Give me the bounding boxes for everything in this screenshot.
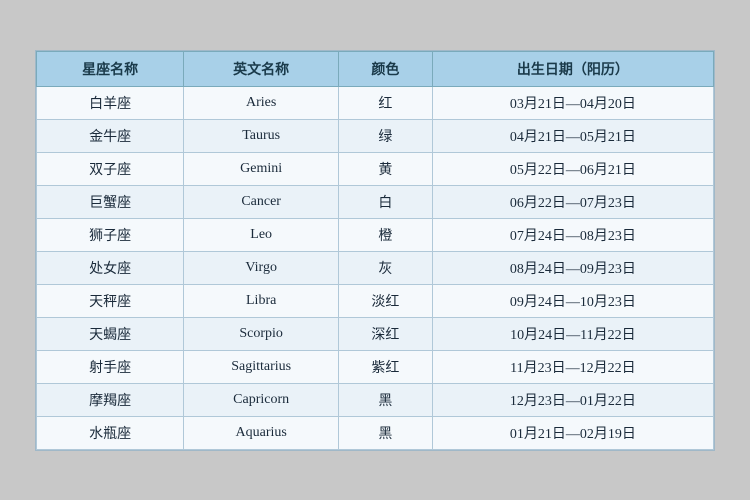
cell-chinese-name: 射手座 <box>37 350 184 383</box>
cell-color: 黄 <box>339 152 433 185</box>
cell-chinese-name: 水瓶座 <box>37 416 184 449</box>
cell-chinese-name: 狮子座 <box>37 218 184 251</box>
cell-dates: 03月21日—04月20日 <box>432 86 713 119</box>
cell-color: 黑 <box>339 416 433 449</box>
cell-chinese-name: 天蝎座 <box>37 317 184 350</box>
cell-chinese-name: 金牛座 <box>37 119 184 152</box>
cell-chinese-name: 白羊座 <box>37 86 184 119</box>
cell-chinese-name: 巨蟹座 <box>37 185 184 218</box>
cell-color: 橙 <box>339 218 433 251</box>
cell-dates: 07月24日—08月23日 <box>432 218 713 251</box>
cell-color: 黑 <box>339 383 433 416</box>
cell-dates: 04月21日—05月21日 <box>432 119 713 152</box>
cell-color: 淡红 <box>339 284 433 317</box>
table-row: 水瓶座Aquarius黑01月21日—02月19日 <box>37 416 714 449</box>
header-color: 颜色 <box>339 51 433 86</box>
table-row: 处女座Virgo灰08月24日—09月23日 <box>37 251 714 284</box>
cell-english-name: Scorpio <box>184 317 339 350</box>
cell-english-name: Gemini <box>184 152 339 185</box>
cell-dates: 11月23日—12月22日 <box>432 350 713 383</box>
cell-color: 深红 <box>339 317 433 350</box>
cell-dates: 06月22日—07月23日 <box>432 185 713 218</box>
cell-english-name: Leo <box>184 218 339 251</box>
cell-dates: 05月22日—06月21日 <box>432 152 713 185</box>
table-header-row: 星座名称 英文名称 颜色 出生日期（阳历） <box>37 51 714 86</box>
cell-chinese-name: 双子座 <box>37 152 184 185</box>
cell-english-name: Libra <box>184 284 339 317</box>
cell-english-name: Virgo <box>184 251 339 284</box>
cell-english-name: Aries <box>184 86 339 119</box>
table-body: 白羊座Aries红03月21日—04月20日金牛座Taurus绿04月21日—0… <box>37 86 714 449</box>
cell-english-name: Sagittarius <box>184 350 339 383</box>
header-english-name: 英文名称 <box>184 51 339 86</box>
cell-english-name: Aquarius <box>184 416 339 449</box>
cell-color: 紫红 <box>339 350 433 383</box>
table-row: 天蝎座Scorpio深红10月24日—11月22日 <box>37 317 714 350</box>
cell-dates: 01月21日—02月19日 <box>432 416 713 449</box>
zodiac-table-wrapper: 星座名称 英文名称 颜色 出生日期（阳历） 白羊座Aries红03月21日—04… <box>35 50 715 451</box>
cell-color: 白 <box>339 185 433 218</box>
header-chinese-name: 星座名称 <box>37 51 184 86</box>
zodiac-table: 星座名称 英文名称 颜色 出生日期（阳历） 白羊座Aries红03月21日—04… <box>36 51 714 450</box>
cell-color: 红 <box>339 86 433 119</box>
cell-chinese-name: 摩羯座 <box>37 383 184 416</box>
table-row: 狮子座Leo橙07月24日—08月23日 <box>37 218 714 251</box>
table-row: 白羊座Aries红03月21日—04月20日 <box>37 86 714 119</box>
cell-dates: 10月24日—11月22日 <box>432 317 713 350</box>
cell-color: 灰 <box>339 251 433 284</box>
table-row: 金牛座Taurus绿04月21日—05月21日 <box>37 119 714 152</box>
cell-color: 绿 <box>339 119 433 152</box>
table-row: 射手座Sagittarius紫红11月23日—12月22日 <box>37 350 714 383</box>
table-row: 双子座Gemini黄05月22日—06月21日 <box>37 152 714 185</box>
cell-dates: 12月23日—01月22日 <box>432 383 713 416</box>
table-row: 摩羯座Capricorn黑12月23日—01月22日 <box>37 383 714 416</box>
table-row: 天秤座Libra淡红09月24日—10月23日 <box>37 284 714 317</box>
cell-english-name: Cancer <box>184 185 339 218</box>
cell-chinese-name: 处女座 <box>37 251 184 284</box>
cell-dates: 09月24日—10月23日 <box>432 284 713 317</box>
header-dates: 出生日期（阳历） <box>432 51 713 86</box>
cell-dates: 08月24日—09月23日 <box>432 251 713 284</box>
cell-english-name: Taurus <box>184 119 339 152</box>
table-row: 巨蟹座Cancer白06月22日—07月23日 <box>37 185 714 218</box>
cell-chinese-name: 天秤座 <box>37 284 184 317</box>
cell-english-name: Capricorn <box>184 383 339 416</box>
